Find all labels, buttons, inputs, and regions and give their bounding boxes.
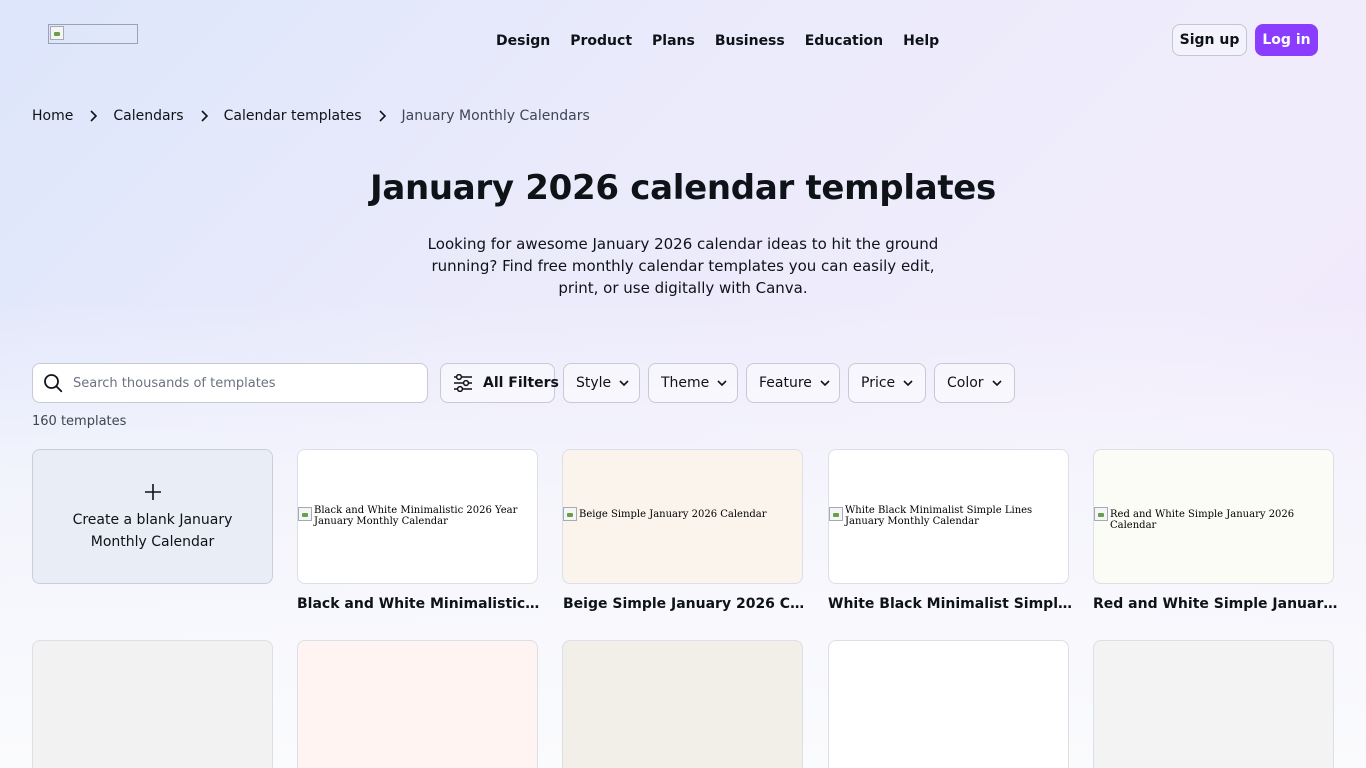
template-card[interactable] <box>562 640 803 768</box>
template-image-alt: Beige Simple January 2026 Calendar <box>579 509 767 520</box>
signup-button[interactable]: Sign up <box>1172 24 1247 56</box>
template-image-alt: Black and White Minimalistic 2026 Year J… <box>314 505 518 527</box>
filter-sliders-icon <box>453 374 473 392</box>
breadcrumb: Home Calendars Calendar templates Januar… <box>32 107 590 125</box>
chevron-right-icon <box>362 107 402 125</box>
breadcrumb-calendars[interactable]: Calendars <box>113 108 183 124</box>
chevron-down-icon <box>717 380 727 386</box>
login-button[interactable]: Log in <box>1255 24 1318 56</box>
filter-color[interactable]: Color <box>934 363 1015 403</box>
breadcrumb-calendar-templates[interactable]: Calendar templates <box>224 108 362 124</box>
template-card[interactable] <box>1093 640 1334 768</box>
filter-theme[interactable]: Theme <box>648 363 738 403</box>
search-input[interactable] <box>73 375 403 391</box>
nav-education[interactable]: Education <box>795 30 893 52</box>
main-nav: Design Product Plans Business Education … <box>486 30 949 52</box>
create-blank-card[interactable]: Create a blank January Monthly Calendar <box>32 449 273 584</box>
results-count: 160 templates <box>32 414 127 429</box>
template-card[interactable] <box>828 640 1069 768</box>
template-card[interactable]: White Black Minimalist Simple Lines Janu… <box>828 449 1069 584</box>
template-title[interactable]: Beige Simple January 2026 Calendar <box>563 596 808 612</box>
chevron-right-icon <box>184 107 224 125</box>
nav-product[interactable]: Product <box>560 30 642 52</box>
search-icon <box>43 373 63 393</box>
template-card[interactable] <box>32 640 273 768</box>
breadcrumb-current: January Monthly Calendars <box>401 108 590 124</box>
canva-logo[interactable] <box>48 24 138 44</box>
template-image-alt: White Black Minimalist Simple Lines Janu… <box>845 505 1033 527</box>
template-card[interactable]: Beige Simple January 2026 Calendar <box>562 449 803 584</box>
filter-price[interactable]: Price <box>848 363 926 403</box>
filter-feature-label: Feature <box>759 375 812 391</box>
chevron-down-icon <box>820 380 830 386</box>
nav-plans[interactable]: Plans <box>642 30 705 52</box>
chevron-right-icon <box>73 107 113 125</box>
search-box[interactable] <box>32 363 428 403</box>
template-card[interactable]: Black and White Minimalistic 2026 Year J… <box>297 449 538 584</box>
site-header: Design Product Plans Business Education … <box>0 0 1366 80</box>
broken-image-icon <box>50 26 64 40</box>
nav-design[interactable]: Design <box>486 30 560 52</box>
filter-style[interactable]: Style <box>563 363 640 403</box>
all-filters-label: All Filters <box>483 375 559 391</box>
page-title: January 2026 calendar templates <box>369 168 996 208</box>
filter-feature[interactable]: Feature <box>746 363 840 403</box>
template-card[interactable] <box>297 640 538 768</box>
breadcrumb-home[interactable]: Home <box>32 108 73 124</box>
filter-style-label: Style <box>576 375 612 391</box>
template-title[interactable]: White Black Minimalist Simple Lines Janu… <box>828 596 1073 612</box>
filter-color-label: Color <box>947 375 984 391</box>
chevron-down-icon <box>903 380 913 386</box>
template-card[interactable]: Red and White Simple January 2026 Calend… <box>1093 449 1334 584</box>
all-filters-button[interactable]: All Filters <box>440 363 559 403</box>
page-intro: Looking for awesome January 2026 calenda… <box>427 235 939 297</box>
template-title[interactable]: Red and White Simple January 2026 Calend… <box>1093 596 1338 612</box>
chevron-down-icon <box>619 380 629 386</box>
filter-price-label: Price <box>861 375 896 391</box>
chevron-down-icon <box>991 380 1002 386</box>
plus-icon <box>144 481 162 505</box>
nav-help[interactable]: Help <box>893 30 949 52</box>
create-blank-label: Create a blank January Monthly Calendar <box>72 511 233 550</box>
template-title[interactable]: Black and White Minimalistic 2026 Year J… <box>297 596 542 612</box>
nav-business[interactable]: Business <box>705 30 795 52</box>
template-image-alt: Red and White Simple January 2026 Calend… <box>1110 509 1295 531</box>
filter-theme-label: Theme <box>661 375 710 391</box>
